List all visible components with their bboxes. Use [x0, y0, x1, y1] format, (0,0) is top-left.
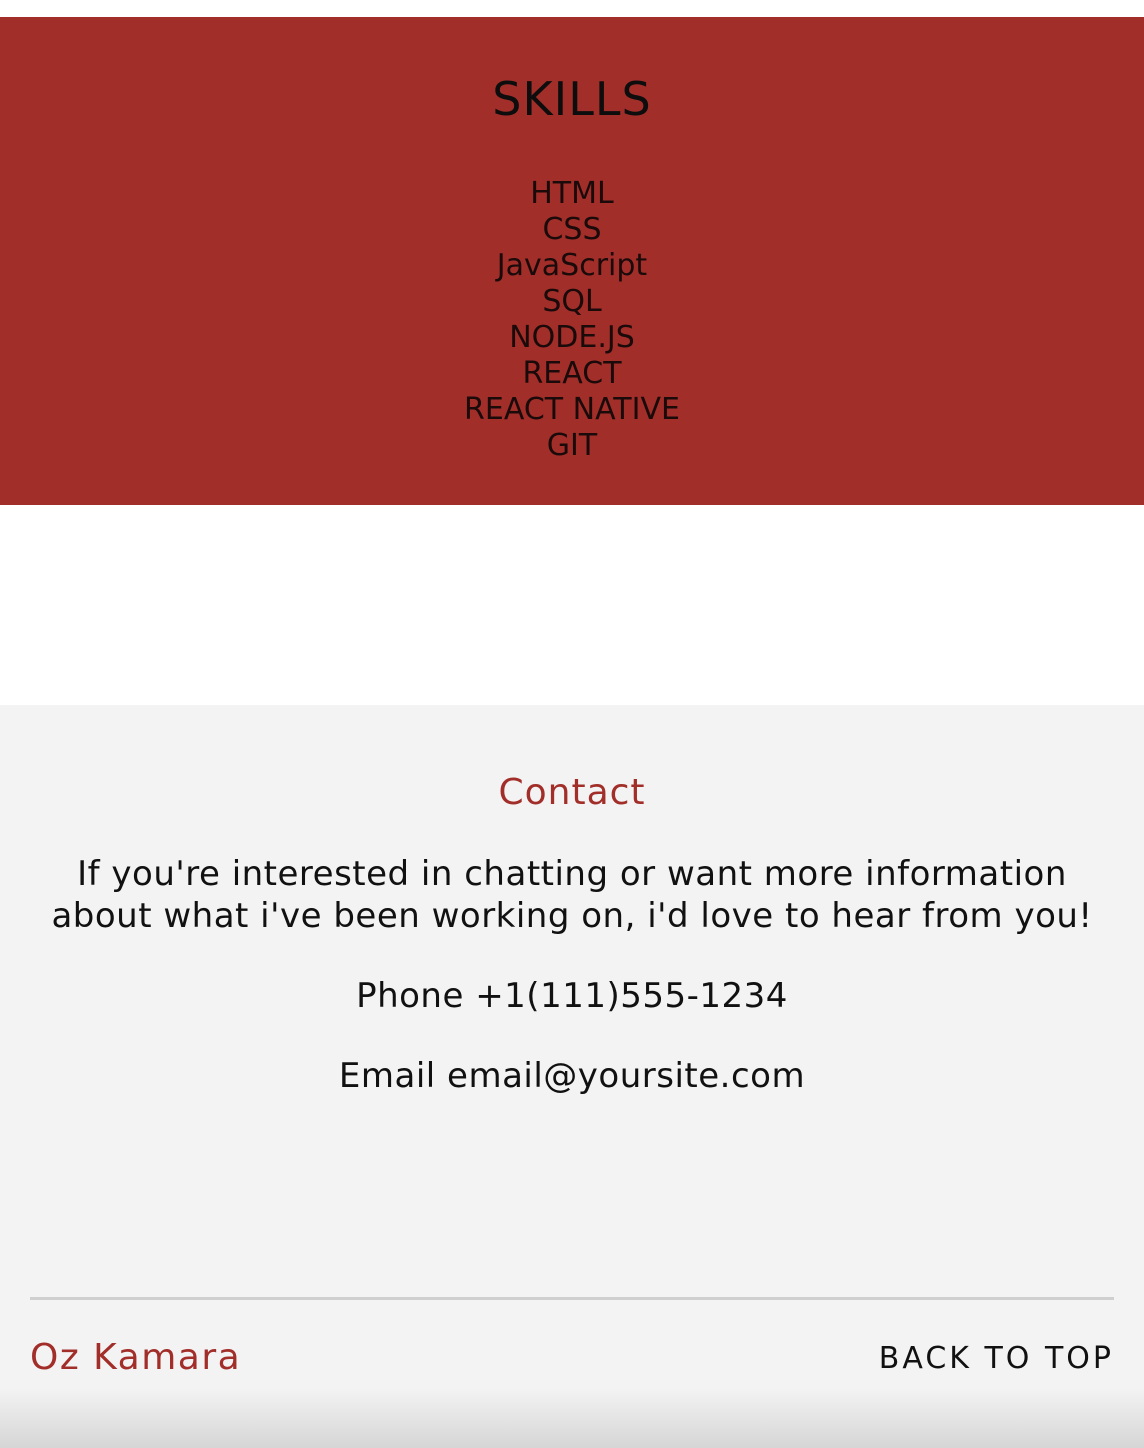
- contact-intro-line-2: about what i've been working on, i'd lov…: [51, 896, 1093, 936]
- skill-item-nodejs: NODE.JS: [509, 320, 635, 355]
- contact-intro: If you're interested in chatting or want…: [40, 853, 1104, 937]
- skill-item-html: HTML: [530, 176, 614, 211]
- footer-divider: [30, 1297, 1114, 1300]
- skill-item-css: CSS: [542, 212, 602, 247]
- skills-list: HTML CSS JavaScript SQL NODE.JS REACT RE…: [0, 176, 1144, 464]
- footer-home-link[interactable]: Oz Kamara: [30, 1335, 241, 1381]
- back-to-top-link[interactable]: BACK TO TOP: [879, 1339, 1114, 1379]
- bottom-shadow: [0, 1388, 1144, 1448]
- contact-title: Contact: [498, 772, 646, 813]
- skill-item-javascript: JavaScript: [496, 248, 648, 283]
- skill-item-react-native: REACT NATIVE: [464, 392, 680, 427]
- contact-section: Contact If you're interested in chatting…: [0, 705, 1144, 1448]
- contact-intro-line-1: If you're interested in chatting or want…: [77, 854, 1067, 894]
- skill-item-react: REACT: [522, 356, 622, 391]
- contact-phone: Phone +1(111)555-1234: [356, 976, 788, 1016]
- contact-email: Email email@yoursite.com: [338, 1056, 806, 1096]
- skills-title: SKILLS: [492, 72, 652, 126]
- page: SKILLS HTML CSS JavaScript SQL NODE.JS R…: [0, 0, 1144, 1448]
- skills-section: SKILLS HTML CSS JavaScript SQL NODE.JS R…: [0, 17, 1144, 505]
- skill-item-git: GIT: [546, 428, 598, 463]
- skill-item-sql: SQL: [542, 284, 602, 319]
